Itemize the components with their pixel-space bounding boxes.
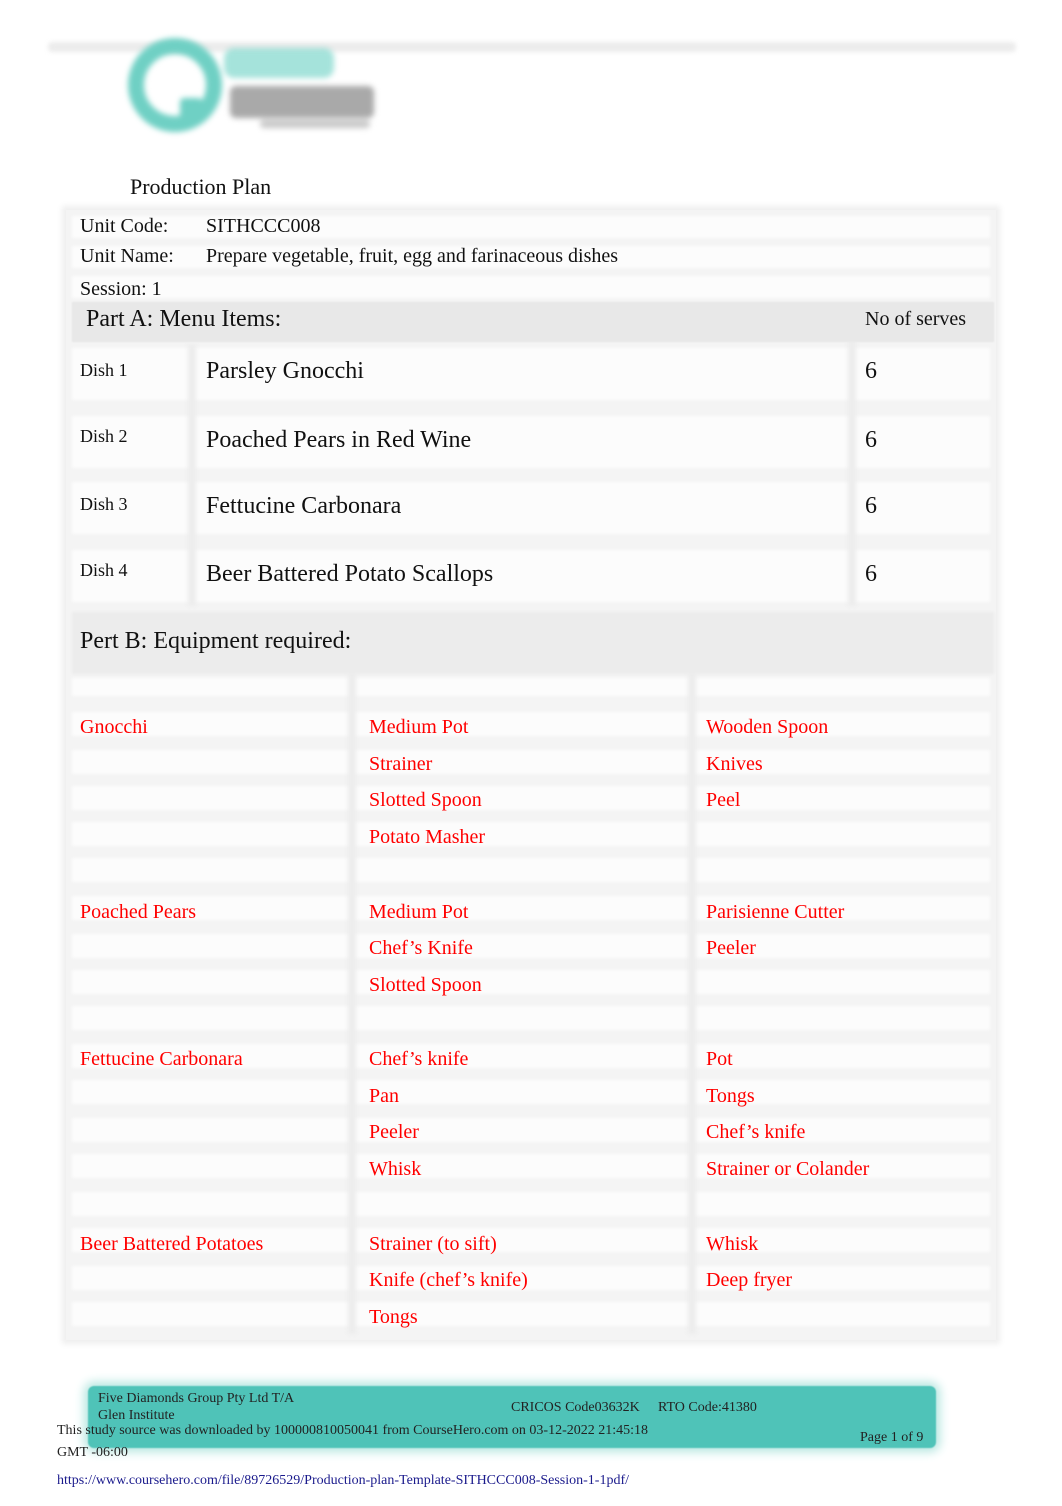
equipment-item: Knives	[706, 753, 763, 775]
equipment-item: Strainer (to sift)	[369, 1233, 497, 1255]
column-divider	[188, 344, 196, 606]
dish-name: Fettucine Carbonara	[206, 493, 402, 519]
equipment-item: Chef’s knife	[369, 1048, 469, 1070]
equipment-dish-name: Gnocchi	[80, 716, 148, 738]
equipment-item: Chef’s knife	[706, 1121, 806, 1143]
equipment-item: Wooden Spoon	[706, 716, 829, 738]
equipment-item: Knife (chef’s knife)	[369, 1269, 528, 1291]
row-band	[72, 822, 990, 846]
equipment-item: Pot	[706, 1048, 733, 1070]
serves-column-header: No of serves	[865, 308, 967, 330]
row-band	[72, 712, 990, 736]
equipment-item: Peeler	[706, 937, 756, 959]
row-band	[72, 786, 990, 810]
column-divider	[348, 672, 356, 1334]
dish-label: Dish 3	[80, 494, 128, 514]
row-band	[72, 1118, 990, 1142]
download-notice: This study source was downloaded by 1000…	[57, 1423, 649, 1438]
row-band	[72, 678, 990, 696]
logo-tagline	[260, 120, 370, 128]
dish-label: Dish 4	[80, 560, 128, 580]
logo-wordmark-top	[224, 48, 334, 78]
equipment-item: Peeler	[369, 1121, 419, 1143]
equipment-item: Slotted Spoon	[369, 789, 482, 811]
equipment-item: Medium Pot	[369, 716, 469, 738]
column-divider	[848, 310, 856, 606]
part-a-title: Part A: Menu Items:	[86, 306, 282, 332]
equipment-dish-name: Beer Battered Potatoes	[80, 1233, 264, 1255]
unit-code-value: SITHCCC008	[206, 215, 321, 237]
download-timezone: GMT -06:00	[57, 1445, 128, 1460]
row-band	[72, 1192, 990, 1216]
equipment-item: Potato Masher	[369, 826, 486, 848]
footer-company-line2: Glen Institute	[98, 1408, 175, 1423]
dish-label: Dish 2	[80, 426, 128, 446]
dish-serves: 6	[865, 427, 877, 453]
equipment-item: Strainer	[369, 753, 433, 775]
column-divider	[688, 672, 696, 1334]
dish-serves: 6	[865, 493, 877, 519]
page-number: Page 1 of 9	[860, 1430, 924, 1445]
equipment-item: Tongs	[706, 1085, 755, 1107]
dish-serves: 6	[865, 561, 877, 587]
page-title: Production Plan	[130, 174, 272, 199]
equipment-item: Strainer or Colander	[706, 1158, 870, 1180]
equipment-item: Whisk	[369, 1158, 422, 1180]
dish-name: Beer Battered Potato Scallops	[206, 561, 494, 587]
dish-name: Parsley Gnocchi	[206, 358, 364, 384]
row-band	[72, 750, 990, 774]
equipment-dish-name: Fettucine Carbonara	[80, 1048, 243, 1070]
logo-tail	[180, 98, 202, 124]
equipment-item: Chef’s Knife	[369, 937, 473, 959]
dish-serves: 6	[865, 358, 877, 384]
equipment-item: Whisk	[706, 1233, 759, 1255]
source-url-link[interactable]: https://www.coursehero.com/file/89726529…	[57, 1473, 629, 1489]
equipment-item: Medium Pot	[369, 901, 469, 923]
equipment-item: Peel	[706, 789, 741, 811]
glen-institute-logo	[120, 32, 380, 132]
row-band	[72, 276, 990, 298]
dish-label: Dish 1	[80, 360, 128, 380]
equipment-item: Pan	[369, 1085, 399, 1107]
row-band	[72, 1006, 990, 1030]
logo-ring-icon	[128, 38, 222, 132]
part-b-title: Pert B: Equipment required:	[80, 628, 352, 654]
unit-name-value: Prepare vegetable, fruit, egg and farina…	[206, 245, 619, 267]
row-band	[72, 970, 990, 994]
session-label: Session: 1	[80, 278, 162, 300]
row-band	[72, 934, 990, 958]
row-band	[72, 896, 990, 920]
unit-code-label: Unit Code:	[80, 215, 169, 237]
footer-company-line1: Five Diamonds Group Pty Ltd T/A	[98, 1391, 295, 1406]
row-band	[72, 858, 990, 882]
equipment-dish-name: Poached Pears	[80, 901, 197, 923]
row-band	[72, 1302, 990, 1326]
equipment-item: Slotted Spoon	[369, 974, 482, 996]
dish-name: Poached Pears in Red Wine	[206, 427, 472, 453]
equipment-item: Tongs	[369, 1306, 418, 1328]
row-band	[72, 1080, 990, 1104]
footer-rto-code: RTO Code:41380	[658, 1400, 757, 1415]
equipment-item: Deep fryer	[706, 1269, 793, 1291]
footer-cricos-code: CRICOS Code03632K	[511, 1400, 640, 1415]
equipment-item: Parisienne Cutter	[706, 901, 845, 923]
unit-name-label: Unit Name:	[80, 245, 174, 267]
logo-wordmark-bottom	[230, 86, 374, 118]
row-band	[72, 1266, 990, 1290]
